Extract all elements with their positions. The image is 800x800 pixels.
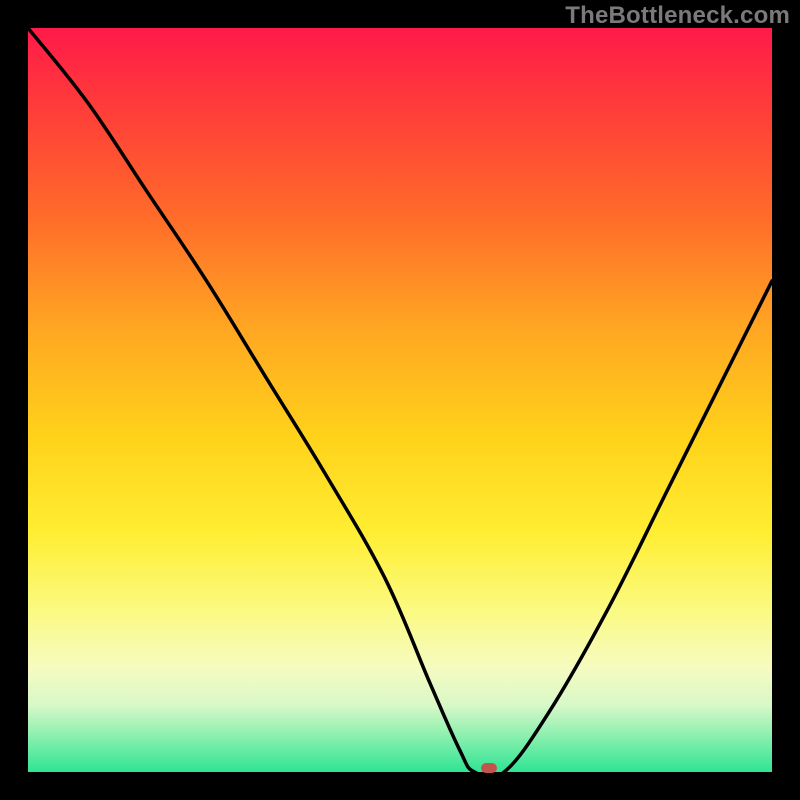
curve-path — [28, 28, 772, 772]
plot-area — [28, 28, 772, 772]
curve-svg — [28, 28, 772, 772]
watermark-text: TheBottleneck.com — [565, 2, 790, 30]
min-marker — [481, 763, 497, 773]
chart-frame: TheBottleneck.com — [0, 0, 800, 800]
